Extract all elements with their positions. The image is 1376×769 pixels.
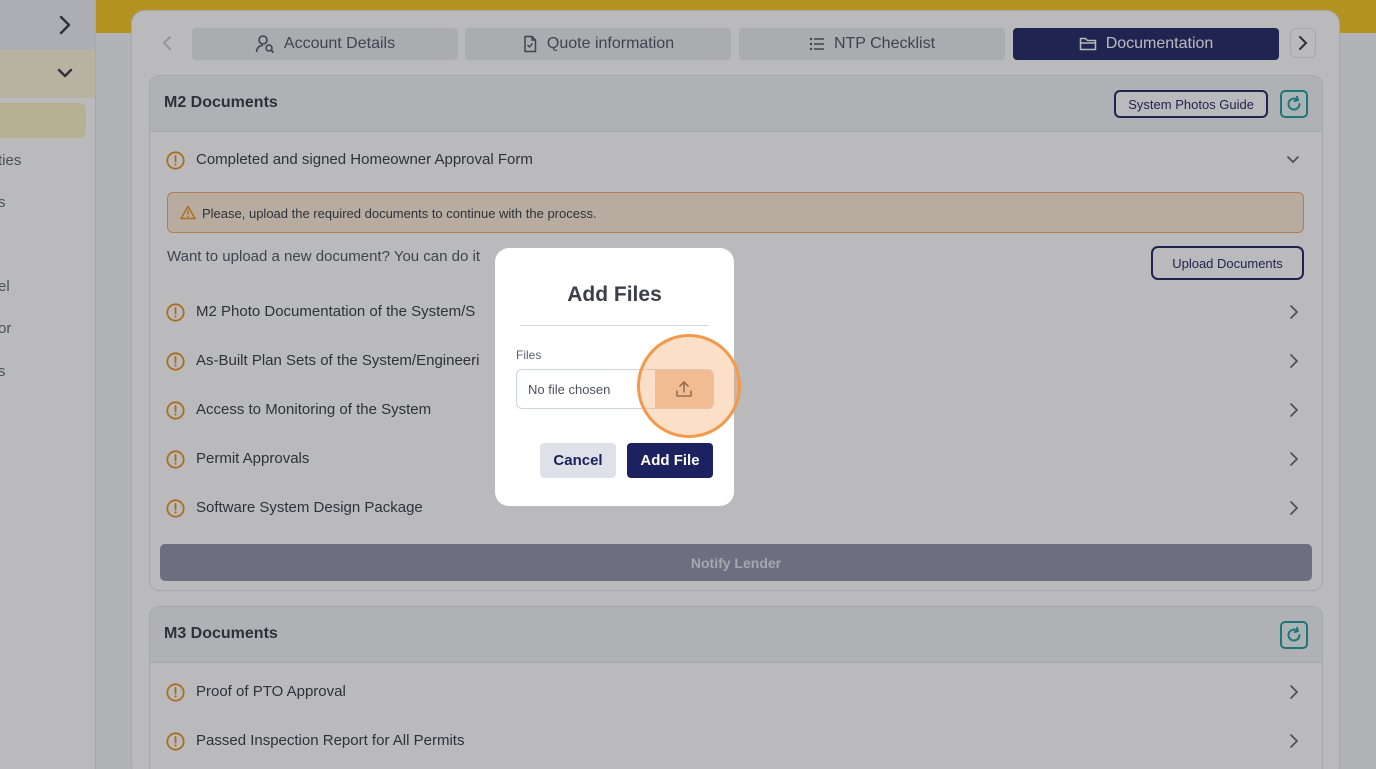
- cancel-button[interactable]: Cancel: [540, 443, 616, 478]
- divider: [520, 325, 709, 326]
- file-input[interactable]: No file chosen: [516, 369, 714, 409]
- upload-icon: [676, 381, 692, 397]
- dialog-title: Add Files: [567, 283, 662, 306]
- add-file-button[interactable]: Add File: [627, 443, 713, 478]
- file-browse-button[interactable]: [655, 370, 713, 408]
- file-input-placeholder: No file chosen: [528, 382, 611, 397]
- add-files-dialog: Add Files Files No file chosen Cancel Ad…: [495, 248, 734, 506]
- files-field-label: Files: [516, 348, 542, 362]
